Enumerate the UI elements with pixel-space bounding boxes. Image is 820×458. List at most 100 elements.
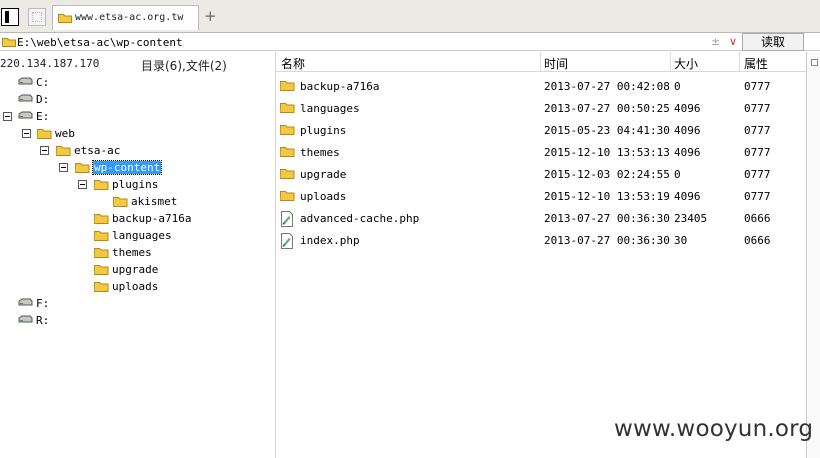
tree-node-label: R: — [36, 313, 50, 327]
folder-icon — [75, 163, 90, 173]
folder-icon — [94, 214, 109, 224]
folder-icon — [94, 248, 109, 258]
directory-tree-pane: 220.134.187.170 目录(6),文件(2) C: D: E: web ets… — [0, 52, 276, 458]
dir-file-summary: 目录(6),文件(2) — [141, 59, 227, 73]
folder-icon — [279, 103, 295, 113]
file-time: 2013-07-27 00:50:25 — [544, 102, 670, 115]
file-attr: 0777 — [744, 102, 771, 115]
folder-icon — [279, 125, 295, 135]
new-tab-button[interactable]: + — [204, 9, 217, 24]
file-name: languages — [300, 102, 360, 115]
drive-icon — [18, 298, 33, 306]
collapse-marker[interactable] — [811, 59, 818, 66]
file-name: plugins — [300, 124, 347, 137]
tree-node-f[interactable]: F: — [18, 295, 49, 311]
tree-node-label: backup-a716a — [112, 211, 192, 225]
tree-node-themes[interactable]: themes — [94, 244, 152, 260]
column-header-size[interactable]: 大小 — [674, 55, 698, 72]
folder-icon-wrap — [279, 79, 295, 94]
folder-icon-wrap — [279, 189, 295, 204]
watermark: www.wooyun.org — [614, 416, 814, 442]
drive-icon — [18, 315, 33, 323]
file-size: 4096 — [674, 190, 701, 203]
tree-node-d[interactable]: D: — [18, 91, 49, 107]
folder-icon — [94, 180, 109, 190]
folder-icon — [94, 282, 109, 292]
tab-title: www.etsa-ac.org.tw — [75, 12, 184, 23]
tree-node-label: themes — [112, 245, 152, 259]
folder-icon — [279, 81, 295, 91]
file-attr: 0777 — [744, 80, 771, 93]
folder-icon — [2, 38, 16, 47]
tree-toggle-button[interactable] — [22, 129, 31, 138]
folder-icon — [37, 129, 52, 139]
file-name: uploads — [300, 190, 347, 203]
table-row[interactable]: advanced-cache.php 2013-07-27 00:36:30 234… — [276, 208, 806, 230]
table-row[interactable]: index.php 2013-07-27 00:36:30 30 0666 — [276, 230, 806, 252]
table-row[interactable]: backup-a716a 2013-07-27 00:42:08 0 0777 — [276, 76, 806, 98]
php-file-icon — [281, 233, 293, 249]
php-file-icon — [281, 211, 293, 227]
tab-active[interactable]: www.etsa-ac.org.tw — [52, 5, 199, 30]
folder-icon — [94, 265, 109, 275]
tree-toggle-button[interactable] — [59, 163, 68, 172]
table-row[interactable]: languages 2013-07-27 00:50:25 4096 0777 — [276, 98, 806, 120]
folder-icon — [279, 169, 295, 179]
chevron-down-icon[interactable]: ∨ — [729, 35, 737, 48]
file-size: 23405 — [674, 212, 708, 225]
tree-node-label: uploads — [112, 279, 159, 293]
tree-node-r[interactable]: R: — [18, 312, 49, 328]
tree-node-plugins[interactable]: plugins — [94, 176, 158, 192]
tree-toggle-button[interactable] — [40, 146, 49, 155]
file-attr: 0777 — [744, 146, 771, 159]
path-input[interactable]: E:\web\etsa-ac\wp-content — [17, 36, 183, 49]
panel-toggle-button[interactable] — [1, 8, 19, 26]
folder-icon — [279, 147, 295, 157]
tree-node-e[interactable]: E: — [18, 108, 49, 124]
file-name: backup-a716a — [300, 80, 380, 93]
file-name: index.php — [300, 234, 360, 247]
file-attr: 0777 — [744, 124, 771, 137]
file-icon-wrap — [280, 211, 294, 230]
tree-node-wpcontent[interactable]: wp-content — [75, 159, 163, 175]
tree-node-uploads[interactable]: uploads — [94, 278, 158, 294]
column-header-time[interactable]: 时间 — [544, 55, 568, 72]
file-attr: 0777 — [744, 168, 771, 181]
table-row[interactable]: uploads 2015-12-10 13:53:19 4096 0777 — [276, 186, 806, 208]
folder-icon — [58, 14, 72, 23]
tree-node-languages[interactable]: languages — [94, 227, 172, 243]
file-size: 4096 — [674, 102, 701, 115]
tree-node-web[interactable]: web — [37, 125, 75, 141]
folder-icon — [56, 146, 71, 156]
file-size: 4096 — [674, 146, 701, 159]
tree-node-label: etsa-ac — [74, 143, 121, 157]
column-header-attr[interactable]: 属性 — [744, 55, 768, 72]
file-name: advanced-cache.php — [300, 212, 420, 225]
file-time: 2015-12-10 13:53:19 — [544, 190, 670, 203]
read-button[interactable]: 读取 — [742, 33, 804, 51]
tree-node-etsaac[interactable]: etsa-ac — [56, 142, 120, 158]
file-time: 2015-12-10 13:53:13 — [544, 146, 670, 159]
tree-toggle-button[interactable] — [3, 112, 12, 121]
tree-node-label: E: — [36, 109, 50, 123]
tree-node-backupa716a[interactable]: backup-a716a — [94, 210, 191, 226]
column-header-name[interactable]: 名称 — [281, 55, 305, 72]
tree-node-akismet[interactable]: akismet — [113, 193, 177, 209]
tree-node-c[interactable]: C: — [18, 74, 49, 90]
table-row[interactable]: plugins 2015-05-23 04:41:30 4096 0777 — [276, 120, 806, 142]
folder-icon — [279, 191, 295, 201]
server-ip: 220.134.187.170 — [0, 57, 100, 70]
blank-tab-button[interactable] — [28, 8, 46, 26]
folder-icon-wrap — [279, 101, 295, 116]
path-adjust-control[interactable]: ± — [711, 35, 720, 48]
file-size: 0 — [674, 80, 681, 93]
table-row[interactable]: themes 2015-12-10 13:53:13 4096 0777 — [276, 142, 806, 164]
file-attr: 0666 — [744, 212, 771, 225]
tree-toggle-button[interactable] — [78, 180, 87, 189]
file-size: 0 — [674, 168, 681, 181]
file-size: 30 — [674, 234, 688, 247]
file-attr: 0777 — [744, 190, 771, 203]
folder-icon — [113, 197, 128, 207]
tree-node-upgrade[interactable]: upgrade — [94, 261, 158, 277]
table-row[interactable]: upgrade 2015-12-03 02:24:55 0 0777 — [276, 164, 806, 186]
